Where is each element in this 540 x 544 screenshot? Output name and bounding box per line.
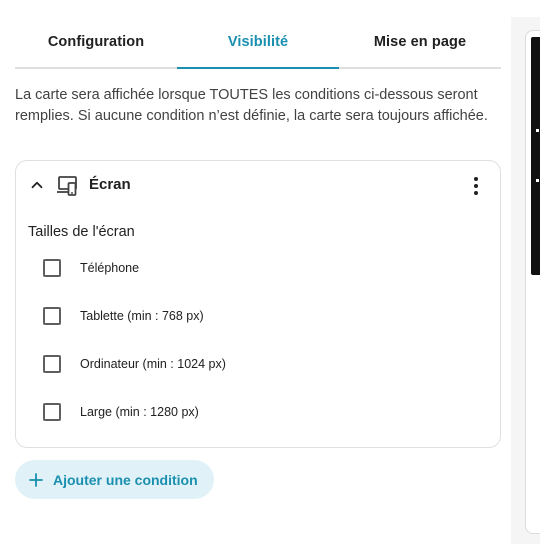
add-condition-button[interactable]: Ajouter une condition — [15, 460, 214, 499]
option-label: Téléphone — [80, 261, 140, 275]
checkbox-tablet[interactable] — [43, 307, 61, 325]
plus-icon — [29, 472, 43, 487]
checkbox-phone[interactable] — [43, 259, 61, 277]
option-desktop[interactable]: Ordinateur (min : 1024 px) — [16, 344, 500, 384]
tab-bar: Configuration Visibilité Mise en page — [15, 17, 501, 69]
checkbox-desktop[interactable] — [43, 355, 61, 373]
chevron-up-icon[interactable] — [28, 176, 46, 194]
option-phone[interactable]: Téléphone — [16, 248, 500, 288]
option-label: Ordinateur (min : 1024 px) — [80, 357, 226, 371]
option-tablet[interactable]: Tablette (min : 768 px) — [16, 296, 500, 336]
preview-marker — [536, 129, 539, 132]
preview-image — [531, 37, 540, 275]
checkbox-large[interactable] — [43, 403, 61, 421]
screen-sizes-label: Tailles de l'écran — [28, 224, 135, 240]
condition-card-header[interactable]: Écran — [16, 161, 500, 211]
condition-title: Écran — [89, 176, 131, 193]
tab-configuration[interactable]: Configuration — [15, 17, 177, 67]
condition-card-screen: Écran Tailles de l'écran Téléphone Table… — [15, 160, 501, 448]
preview-marker — [536, 179, 539, 182]
option-large[interactable]: Large (min : 1280 px) — [16, 392, 500, 432]
option-label: Tablette (min : 768 px) — [80, 309, 204, 323]
monitor-cellphone-icon — [57, 176, 77, 196]
visibility-description: La carte sera affichée lorsque TOUTES le… — [15, 87, 488, 124]
dots-vertical-icon[interactable] — [464, 174, 488, 198]
add-condition-label: Ajouter une condition — [53, 471, 198, 488]
tab-visibility[interactable]: Visibilité — [177, 17, 339, 69]
option-label: Large (min : 1280 px) — [80, 405, 199, 419]
tab-layout[interactable]: Mise en page — [339, 17, 501, 67]
